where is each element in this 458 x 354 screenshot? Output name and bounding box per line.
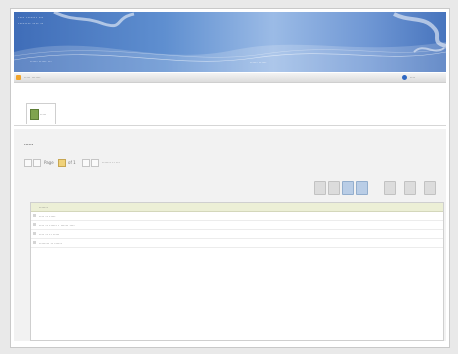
logout-icon[interactable] <box>402 75 407 80</box>
print-icon[interactable] <box>314 181 326 195</box>
prev-page-button[interactable] <box>33 159 41 167</box>
document-icon <box>30 109 39 120</box>
tab-strip: ····· <box>14 95 446 126</box>
header-banner: ···· ······· ··· ········ ···· ·· ······… <box>14 12 446 72</box>
table-row[interactable]: ···· ·· ·· ····· <box>31 230 443 239</box>
logout-link[interactable]: ···· <box>410 75 415 80</box>
content-panel: ······ Page of 1 ······· ·· ··· ······· <box>14 129 446 341</box>
first-page-button[interactable] <box>24 159 32 167</box>
app-title: ···· ······· ··· ········ ···· ·· <box>18 15 78 29</box>
page-label: Page <box>44 160 54 165</box>
page-of-label: of 1 <box>68 160 76 165</box>
tab-label: ····· <box>40 112 47 117</box>
page-range-text: ······· ·· ··· <box>102 160 120 165</box>
row-marker <box>33 214 36 217</box>
banner-wave-graphic <box>14 12 446 72</box>
copy-icon[interactable] <box>404 181 416 195</box>
home-icon[interactable] <box>16 75 21 80</box>
row-text: ···· ·· ······ · ······ ···· <box>39 223 75 228</box>
section-title: ······ <box>24 142 34 147</box>
tab-main[interactable]: ····· <box>26 103 56 124</box>
main-menu-link[interactable]: ····· ······· <box>24 75 41 80</box>
row-marker <box>33 232 36 235</box>
delete-icon[interactable] <box>424 181 436 195</box>
table-row[interactable]: ···· ·· ····· <box>31 212 443 221</box>
row-text: ········ ·· ······ <box>39 241 62 246</box>
app-title-line2: ········ ···· ·· <box>18 21 44 27</box>
add-icon[interactable] <box>356 181 368 195</box>
banner-caption: ······ ······ <box>250 60 267 65</box>
page-number-input[interactable] <box>58 159 66 167</box>
row-marker <box>33 223 36 226</box>
edit-icon[interactable] <box>342 181 354 195</box>
view-icon[interactable] <box>384 181 396 195</box>
app-subtitle: ······ ······ ··· <box>30 59 52 64</box>
export-icon[interactable] <box>328 181 340 195</box>
last-page-button[interactable] <box>91 159 99 167</box>
data-grid: ······· ···· ·· ····· ···· ·· ······ · ·… <box>30 202 444 341</box>
grid-column-header[interactable]: ······· <box>39 205 48 210</box>
menu-bar: ····· ······· ···· <box>14 73 446 83</box>
table-row[interactable]: ···· ·· ······ · ······ ···· <box>31 221 443 230</box>
row-text: ···· ·· ·· ····· <box>39 232 60 237</box>
row-text: ···· ·· ····· <box>39 214 56 219</box>
grid-header: ······· <box>31 203 443 212</box>
application-window: ···· ······· ··· ········ ···· ·· ······… <box>10 8 450 348</box>
table-row[interactable]: ········ ·· ······ <box>31 239 443 248</box>
row-marker <box>33 241 36 244</box>
next-page-button[interactable] <box>82 159 90 167</box>
